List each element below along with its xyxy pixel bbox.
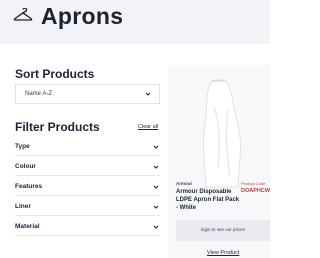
chevron-down-icon (153, 165, 159, 169)
login-text: login to see our prices (201, 227, 246, 232)
filter-label: Liner (15, 203, 31, 210)
sort-selected-value: Name A-Z (25, 91, 53, 97)
filter-item-material[interactable]: Material (15, 220, 160, 236)
filter-label: Colour (15, 163, 36, 170)
clear-all-link[interactable]: Clear all (138, 124, 158, 131)
chevron-down-icon (153, 145, 159, 149)
sort-select[interactable]: Name A-Z (15, 84, 160, 104)
page-header: Aprons (0, 0, 270, 44)
filter-title: Filter Products (15, 120, 100, 134)
chevron-down-icon (145, 92, 151, 96)
filter-item-colour[interactable]: Colour (15, 160, 160, 176)
chevron-down-icon (153, 205, 159, 209)
view-product-link[interactable]: View Product (207, 250, 239, 257)
page-title: Aprons (41, 3, 124, 29)
chevron-down-icon (153, 185, 159, 189)
filter-label: Material (15, 223, 40, 230)
product-name[interactable]: Armour Disposable LDPE Apron Flat Pack -… (176, 188, 242, 212)
chevron-down-icon (153, 225, 159, 229)
filter-label: Features (15, 183, 43, 190)
sort-title: Sort Products (15, 67, 95, 81)
product-code-label: Product Code (241, 181, 266, 186)
filter-label: Type (15, 143, 30, 150)
filter-item-liner[interactable]: Liner (15, 200, 160, 216)
login-prompt[interactable]: login to see our prices (176, 220, 270, 241)
filter-item-type[interactable]: Type (15, 140, 160, 156)
product-brand: Armour (176, 181, 193, 186)
hanger-icon (13, 8, 33, 21)
filter-item-features[interactable]: Features (15, 180, 160, 196)
product-code: DOAPHCW (241, 188, 271, 194)
product-image[interactable] (192, 77, 248, 193)
